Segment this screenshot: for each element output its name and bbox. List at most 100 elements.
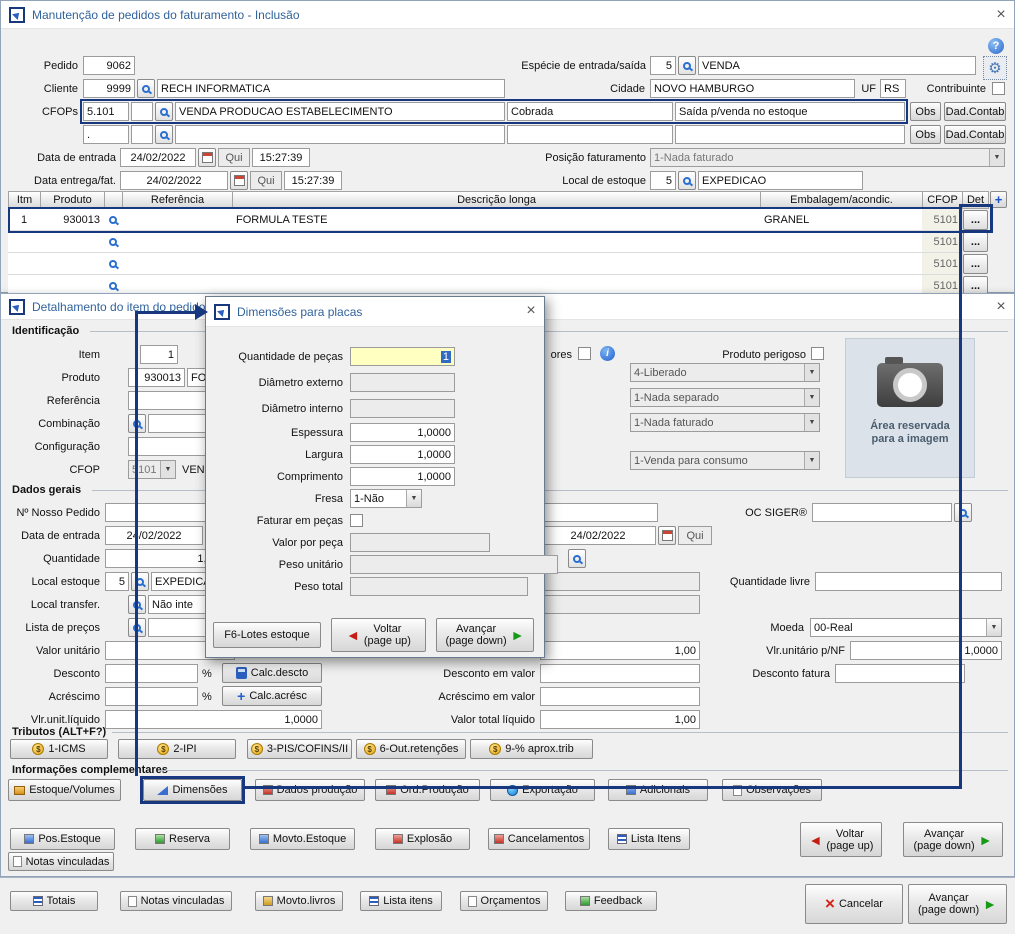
uf-field[interactable]: RS [880, 79, 906, 98]
desconto-valor-field[interactable] [540, 664, 700, 683]
especie-lookup-button[interactable] [678, 56, 696, 75]
cfop2-sub-field[interactable] [131, 125, 153, 144]
acrescimo-valor-field[interactable] [540, 687, 700, 706]
espessura-field[interactable]: 1,0000 [350, 423, 455, 442]
cliente-lookup-button[interactable] [137, 79, 155, 98]
produto-perigoso-checkbox[interactable] [811, 347, 824, 360]
cfop2-code-field[interactable]: . [83, 125, 129, 144]
cidade-field[interactable]: NOVO HAMBURGO [650, 79, 855, 98]
cancelar-button[interactable]: Cancelar [805, 884, 903, 924]
acrescimo-field[interactable] [105, 687, 198, 706]
cancelamentos-button[interactable]: Cancelamentos [488, 828, 590, 850]
valor-total-field[interactable]: 1,00 [540, 641, 700, 660]
local-estoque-code-field[interactable]: 5 [105, 572, 129, 591]
lista-itens-bottom-button[interactable]: Lista itens [360, 891, 442, 911]
grid-cell-itm[interactable] [8, 231, 41, 253]
aprox-trib-button[interactable]: 9-% aprox.trib [470, 739, 593, 759]
data-entrada-field-2[interactable]: 24/02/2022 [540, 526, 656, 545]
data-entrada-calendar-button[interactable] [198, 148, 216, 167]
cfop2-lookup-button[interactable] [155, 125, 173, 144]
adicionais-button[interactable]: Adicionais [608, 779, 708, 801]
local-estoque-desc-field[interactable]: EXPEDICAO [698, 171, 863, 190]
quantidade-pecas-field[interactable]: 1 [350, 347, 455, 366]
vlr-unitario-nf-field[interactable]: 1,0000 [850, 641, 1002, 660]
grid-det-button[interactable]: ... [963, 254, 988, 274]
feedback-button[interactable]: Feedback [565, 891, 657, 911]
voltar-button[interactable]: Voltar(page up) [800, 822, 882, 857]
comprimento-field[interactable]: 1,0000 [350, 467, 455, 486]
observacoes-button[interactable]: Observações [722, 779, 822, 801]
main-close-icon[interactable] [992, 7, 1010, 23]
cliente-name-field[interactable]: RECH INFORMATICA [157, 79, 505, 98]
data-entrada-time-field[interactable]: 15:27:39 [252, 148, 310, 167]
notas-vinculadas-button[interactable]: Notas vinculadas [8, 852, 114, 871]
modal-avancar-button[interactable]: Avançar(page down) [436, 618, 534, 652]
calc-desconto-button[interactable]: Calc.descto [222, 663, 322, 683]
grid-cell-produto[interactable] [40, 231, 105, 253]
modal-voltar-button[interactable]: Voltar(page up) [331, 618, 426, 652]
movto-livros-button[interactable]: Movto.livros [255, 891, 343, 911]
exportacao-button[interactable]: Exportação [490, 779, 595, 801]
icms-button[interactable]: 1-ICMS [10, 739, 108, 759]
avancar-bottom-button[interactable]: Avançar(page down) [908, 884, 1007, 924]
ord-producao-button[interactable]: Ord.Produção [375, 779, 480, 801]
detail-close-icon[interactable] [992, 299, 1010, 315]
cliente-code-field[interactable]: 9999 [83, 79, 135, 98]
pedido-field[interactable]: 9062 [83, 56, 135, 75]
data-entrega-time-field[interactable]: 15:27:39 [284, 171, 342, 190]
oc-siger-lookup-button[interactable] [954, 503, 972, 522]
grid-cell-cfop[interactable]: 5101 [922, 253, 963, 275]
grid-cell-descricao[interactable] [232, 231, 761, 253]
estoque-volumes-button[interactable]: Estoque/Volumes [8, 779, 121, 801]
obs-button[interactable]: Obs [910, 102, 941, 121]
data-entrada-field[interactable]: 24/02/2022 [105, 526, 203, 545]
explosao-button[interactable]: Explosão [375, 828, 470, 850]
dad-contab-button[interactable]: Dad.Contab [944, 102, 1006, 121]
data-entrega-calendar-button[interactable] [230, 171, 248, 190]
grid-cell-descricao[interactable] [232, 253, 761, 275]
grid-cell-lookup[interactable] [104, 231, 123, 253]
desconto-fatura-field[interactable] [835, 664, 965, 683]
notas-vinculadas-bottom-button[interactable]: Notas vinculadas [120, 891, 232, 911]
pos-estoque-button[interactable]: Pos.Estoque [10, 828, 115, 850]
pis-cofins-button[interactable]: 3-PIS/COFINS/II [247, 739, 352, 759]
out-retencoes-button[interactable]: 6-Out.retenções [356, 739, 466, 759]
local-estoque-lookup-button[interactable] [131, 572, 149, 591]
especie-code-field[interactable]: 5 [650, 56, 676, 75]
cfop2-saida-field[interactable] [675, 125, 905, 144]
status-checkbox[interactable] [578, 347, 591, 360]
grid-cell-produto[interactable] [40, 253, 105, 275]
data-entrada-calendar-button[interactable] [658, 526, 676, 545]
grid-cell-embalagem[interactable] [760, 231, 923, 253]
data-entrega-field[interactable]: 24/02/2022 [120, 171, 228, 190]
largura-field[interactable]: 1,0000 [350, 445, 455, 464]
calc-acrescimo-button[interactable]: Calc.acrésc [222, 686, 322, 706]
especie-desc-field[interactable]: VENDA [698, 56, 976, 75]
fresa-combo[interactable]: 1-Não [350, 489, 422, 508]
data-entrada-field[interactable]: 24/02/2022 [120, 148, 196, 167]
reserva-button[interactable]: Reserva [135, 828, 230, 850]
local-estoque-code-field[interactable]: 5 [650, 171, 676, 190]
quantidade-lookup-button[interactable] [568, 549, 586, 568]
lista-itens-button[interactable]: Lista Itens [608, 828, 690, 850]
local-estoque-lookup-button[interactable] [678, 171, 696, 190]
totais-button[interactable]: Totais [10, 891, 98, 911]
grid-cell-lookup[interactable] [104, 253, 123, 275]
info-icon[interactable] [600, 346, 615, 361]
orcamentos-button[interactable]: Orçamentos [460, 891, 548, 911]
desconto-field[interactable] [105, 664, 198, 683]
dados-producao-button[interactable]: Dados produção [255, 779, 365, 801]
lotes-estoque-button[interactable]: F6-Lotes estoque [213, 622, 321, 648]
grid-det-button[interactable]: ... [963, 232, 988, 252]
cfop2-cobrada-field[interactable] [507, 125, 673, 144]
grid-cell-referencia[interactable] [122, 231, 233, 253]
contribuinte-checkbox[interactable] [992, 82, 1005, 95]
grid-cell-referencia[interactable] [122, 253, 233, 275]
dad-contab2-button[interactable]: Dad.Contab [944, 125, 1006, 144]
help-icon[interactable] [988, 38, 1004, 54]
faturar-pecas-checkbox[interactable] [350, 514, 363, 527]
cfop2-desc-field[interactable] [175, 125, 505, 144]
quantidade-livre-field[interactable] [815, 572, 1002, 591]
settings-gearbox[interactable] [983, 56, 1007, 80]
modal-close-icon[interactable] [522, 303, 540, 319]
